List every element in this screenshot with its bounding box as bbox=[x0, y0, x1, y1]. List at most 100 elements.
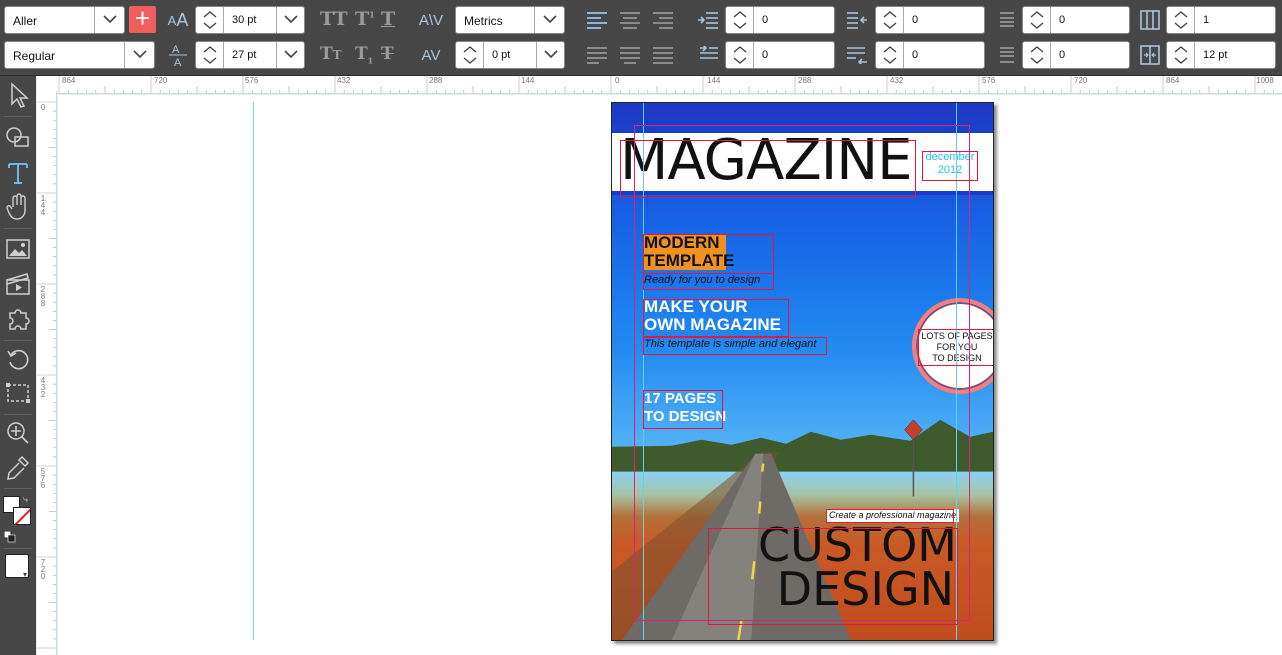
kerning-value: Metrics bbox=[464, 14, 503, 28]
stepper-arrows-icon[interactable] bbox=[196, 7, 224, 33]
space-before-stepper[interactable]: 0 bbox=[1022, 6, 1130, 34]
horizontal-ruler[interactable]: 864 720 576 432 288 144 0 144 288 432 57… bbox=[57, 76, 1282, 94]
justify-left-icon[interactable] bbox=[583, 41, 611, 69]
page-color-swatch[interactable]: ▾ bbox=[5, 554, 29, 579]
kerning-icon: A\V bbox=[418, 11, 444, 29]
stepper-arrows-icon[interactable] bbox=[1023, 42, 1051, 68]
chevron-down-icon[interactable] bbox=[94, 7, 124, 33]
first-line-indent-stepper[interactable]: 0 bbox=[725, 41, 835, 69]
columns-stepper[interactable]: 1 bbox=[1166, 6, 1276, 34]
stepper-arrows-icon[interactable] bbox=[876, 7, 904, 33]
small-caps-button[interactable]: TT bbox=[320, 44, 342, 64]
swap-colors-icon[interactable]: ⤷ bbox=[23, 494, 28, 505]
stepper-arrows-icon[interactable] bbox=[726, 7, 754, 33]
tools-panel: ⤷ ▾ bbox=[0, 76, 36, 655]
bleed-guide bbox=[969, 125, 970, 621]
image-tool-icon[interactable] bbox=[3, 234, 33, 264]
svg-text:A: A bbox=[172, 44, 180, 56]
align-right-icon[interactable] bbox=[649, 6, 677, 34]
date-frame[interactable] bbox=[922, 151, 978, 181]
stepper-arrows-icon[interactable] bbox=[726, 42, 754, 68]
chevron-down-icon[interactable] bbox=[276, 42, 304, 68]
text-frame[interactable] bbox=[643, 234, 774, 274]
widget-tool-icon[interactable] bbox=[3, 304, 33, 334]
tracking-stepper[interactable]: 0 pt bbox=[455, 41, 565, 69]
align-left-icon[interactable] bbox=[583, 6, 611, 34]
all-caps-button[interactable]: TT bbox=[320, 8, 348, 30]
font-size-stepper[interactable]: 30 pt bbox=[195, 6, 305, 34]
control-toolbar: Aller + Regular AA AA 30 pt 27 pt TT T1 … bbox=[0, 0, 1282, 76]
left-indent-value: 0 bbox=[762, 14, 769, 26]
selection-tool-icon[interactable] bbox=[3, 80, 33, 110]
video-tool-icon[interactable] bbox=[3, 269, 33, 299]
align-center-icon[interactable] bbox=[616, 6, 644, 34]
masthead-frame[interactable] bbox=[620, 140, 916, 198]
strikethrough-button[interactable]: T bbox=[381, 44, 394, 64]
add-font-button[interactable]: + bbox=[129, 5, 156, 33]
leading-value: 27 pt bbox=[232, 49, 257, 61]
chevron-down-icon[interactable] bbox=[124, 42, 154, 68]
stroke-none-icon[interactable] bbox=[13, 507, 31, 525]
chevron-down-icon[interactable] bbox=[276, 7, 304, 33]
crop-tool-icon[interactable] bbox=[3, 378, 33, 408]
stepper-arrows-icon[interactable] bbox=[196, 42, 224, 68]
rotate-tool-icon[interactable] bbox=[3, 344, 33, 374]
space-before-value: 0 bbox=[1059, 14, 1066, 26]
last-line-indent-stepper[interactable]: 0 bbox=[875, 41, 985, 69]
stepper-arrows-icon[interactable] bbox=[876, 42, 904, 68]
stepper-arrows-icon[interactable] bbox=[1023, 7, 1051, 33]
leading-stepper[interactable]: 27 pt bbox=[195, 41, 305, 69]
underline-button[interactable]: T bbox=[381, 8, 395, 30]
vertical-ruler[interactable]: 0 1 4 4 2 8 8 4 3 2 5 7 6 7 2 0 bbox=[37, 91, 57, 655]
hand-tool-icon[interactable] bbox=[3, 192, 33, 222]
justify-all-icon[interactable] bbox=[649, 41, 677, 69]
leading-icon: AA bbox=[164, 41, 192, 69]
space-after-value: 0 bbox=[1059, 49, 1066, 61]
fill-stroke-swatch[interactable]: ⤷ bbox=[3, 494, 33, 528]
justify-center-icon[interactable] bbox=[616, 41, 644, 69]
superscript-button[interactable]: T1 bbox=[355, 8, 375, 30]
tool-divider bbox=[4, 488, 32, 489]
space-after-icon bbox=[993, 41, 1021, 69]
font-style-select[interactable]: Regular bbox=[4, 41, 155, 69]
text-frame[interactable] bbox=[826, 509, 954, 523]
text-frame[interactable] bbox=[708, 528, 958, 625]
subscript-button[interactable]: T1 bbox=[355, 44, 373, 65]
stepper-arrows-icon[interactable] bbox=[456, 42, 484, 68]
kerning-select[interactable]: Metrics bbox=[455, 6, 565, 34]
stepper-arrows-icon[interactable] bbox=[1167, 7, 1195, 33]
ruler-label: 576 bbox=[245, 76, 259, 85]
tool-divider bbox=[4, 414, 32, 415]
text-frame[interactable] bbox=[643, 273, 774, 290]
right-indent-value: 0 bbox=[912, 14, 919, 26]
last-line-indent-value: 0 bbox=[912, 49, 919, 61]
text-frame[interactable] bbox=[643, 390, 723, 429]
left-indent-stepper[interactable]: 0 bbox=[725, 6, 835, 34]
text-frame[interactable] bbox=[643, 337, 827, 355]
text-frame[interactable] bbox=[918, 329, 993, 366]
shape-tool-icon[interactable] bbox=[3, 122, 33, 152]
gutter-value: 12 pt bbox=[1203, 49, 1228, 61]
right-indent-stepper[interactable]: 0 bbox=[875, 6, 985, 34]
right-indent-icon bbox=[843, 6, 871, 34]
gutter-stepper[interactable]: 12 pt bbox=[1166, 41, 1276, 69]
space-after-stepper[interactable]: 0 bbox=[1022, 41, 1130, 69]
default-colors-icon[interactable] bbox=[3, 530, 16, 543]
ruler-guide[interactable] bbox=[253, 102, 254, 640]
font-family-select[interactable]: Aller bbox=[4, 6, 125, 34]
chevron-down-icon[interactable] bbox=[534, 7, 564, 33]
eyedropper-tool-icon[interactable] bbox=[3, 453, 33, 483]
magazine-cover-page[interactable]: MAGAZINE december 2012 MODERN TEMPLATE R… bbox=[611, 102, 994, 641]
chevron-down-icon[interactable] bbox=[536, 42, 564, 68]
stepper-arrows-icon[interactable] bbox=[1167, 42, 1195, 68]
ruler-label: 288 bbox=[798, 76, 812, 85]
text-frame[interactable] bbox=[643, 299, 789, 337]
ruler-label: 432 bbox=[890, 76, 904, 85]
tracking-icon: AV bbox=[421, 46, 441, 64]
bleed-guide bbox=[634, 125, 635, 621]
left-indent-icon bbox=[694, 6, 722, 34]
font-size-icon: AA bbox=[167, 9, 189, 30]
zoom-tool-icon[interactable] bbox=[3, 418, 33, 448]
ruler-label: 0 bbox=[40, 103, 46, 112]
text-tool-icon[interactable] bbox=[3, 158, 33, 188]
